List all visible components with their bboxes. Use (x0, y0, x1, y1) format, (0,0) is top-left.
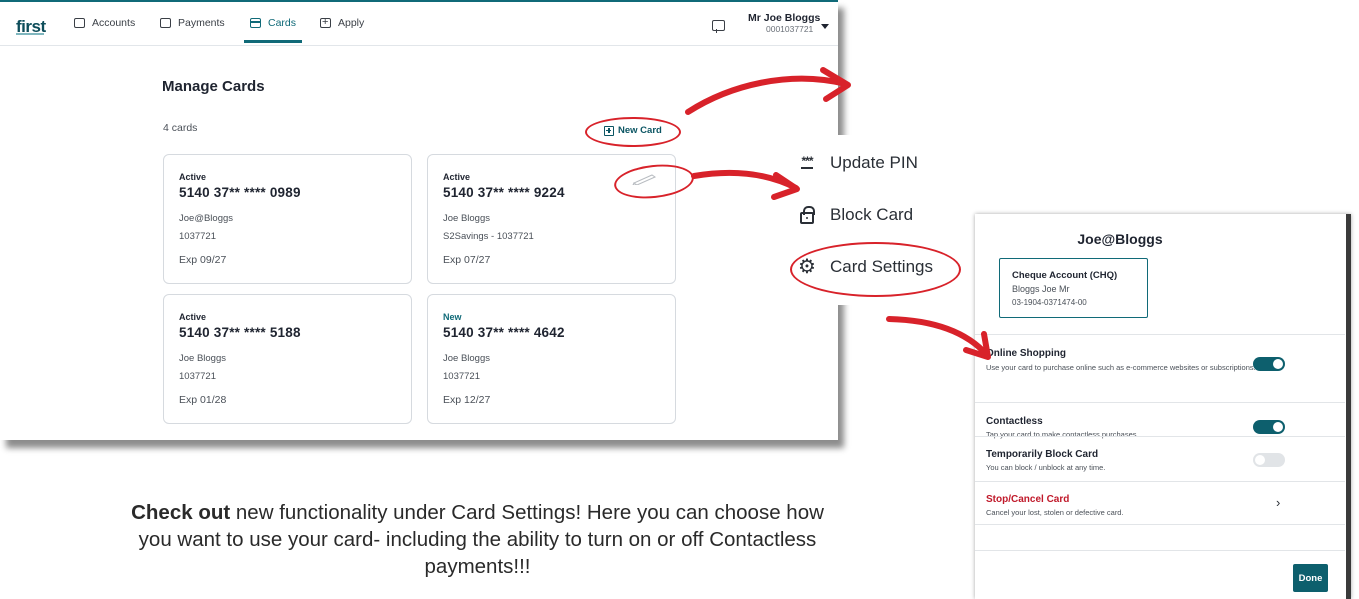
nav-accounts[interactable]: Accounts (74, 17, 135, 29)
caption-line-2: you want to use your card- including the… (138, 528, 817, 551)
linked-account[interactable]: Cheque Account (CHQ) Bloggs Joe Mr 03-19… (999, 258, 1148, 318)
contactless-toggle[interactable] (1253, 420, 1285, 434)
caption-line-3: payments!!! (424, 555, 531, 578)
setting-title: Online Shopping (986, 348, 1066, 359)
highlight-new-card (585, 117, 681, 147)
messages-icon[interactable] (712, 20, 725, 33)
nav-label: Apply (338, 17, 365, 29)
setting-description: Use your card to purchase online such as… (986, 363, 1256, 372)
setting-description: You can block / unblock at any time. (986, 463, 1106, 472)
chevron-right-icon[interactable]: › (1276, 495, 1280, 510)
pin-icon: *** (801, 154, 814, 169)
card-number: 5140 37** **** 5188 (179, 325, 301, 340)
caption-line-1: Check out new functionality under Card S… (0, 499, 965, 526)
lock-icon (800, 205, 815, 224)
logo-underline (16, 33, 44, 35)
card-number: 5140 37** **** 0989 (179, 185, 301, 200)
done-button[interactable]: Done (1293, 564, 1328, 592)
user-name[interactable]: Mr Joe Bloggs (748, 12, 820, 24)
plus-box-icon (320, 15, 331, 29)
card-status: New (443, 312, 462, 322)
setting-description: Cancel your lost, stolen or defective ca… (986, 508, 1124, 517)
caption-bold: Check out (131, 501, 231, 524)
setting-stop-cancel[interactable]: Stop/Cancel Card Cancel your lost, stole… (975, 481, 1345, 525)
card-number: 5140 37** **** 9224 (443, 185, 565, 200)
arrow-to-settings (886, 316, 990, 358)
card-holder: Joe Bloggs (443, 213, 491, 224)
card-account: 1037721 (179, 231, 216, 242)
nav-payments[interactable]: Payments (160, 17, 225, 29)
card-icon (250, 18, 261, 28)
card-status: Active (443, 172, 471, 182)
card-account: S2Savings - 1037721 (443, 231, 534, 242)
payments-icon (160, 18, 171, 28)
card-tile[interactable]: Active 5140 37** **** 5188 Joe Bloggs 10… (163, 294, 412, 424)
setting-online-shopping: Online Shopping Use your card to purchas… (975, 334, 1345, 402)
caption-text: Check out new functionality under Card S… (0, 499, 965, 580)
card-holder: Joe@Bloggs (179, 213, 234, 224)
card-expiry: Exp 12/27 (443, 394, 491, 406)
setting-title: Temporarily Block Card (986, 449, 1099, 460)
online-shopping-toggle[interactable] (1253, 357, 1285, 371)
nav-label: Cards (268, 17, 297, 29)
card-expiry: Exp 01/28 (179, 394, 227, 406)
card-settings-panel: Joe@Bloggs Cheque Account (CHQ) Bloggs J… (975, 214, 1351, 599)
card-number: 5140 37** **** 4642 (443, 325, 565, 340)
nav-cards[interactable]: Cards (244, 17, 303, 43)
menu-block-card[interactable]: Block Card (796, 205, 913, 225)
chevron-down-icon[interactable] (821, 24, 829, 29)
card-tile[interactable]: New 5140 37** **** 4642 Joe Bloggs 10377… (427, 294, 676, 424)
page-title: Manage Cards (162, 78, 265, 95)
card-holder: Joe Bloggs (443, 353, 491, 364)
account-number: 03-1904-0371474-00 (1012, 298, 1087, 307)
nav-accent-bar (0, 0, 838, 2)
card-account: 1037721 (179, 371, 216, 382)
top-navigation: first Accounts Payments Cards Apply Mr J… (0, 0, 838, 46)
nav-label: Accounts (92, 17, 136, 29)
account-holder: Bloggs Joe Mr (1012, 284, 1070, 294)
nav-apply[interactable]: Apply (320, 15, 365, 29)
card-status: Active (179, 172, 207, 182)
card-tile[interactable]: Active 5140 37** **** 0989 Joe@Bloggs 10… (163, 154, 412, 284)
setting-title: Contactless (986, 416, 1043, 427)
setting-contactless: Contactless Tap your card to make contac… (975, 402, 1345, 439)
menu-update-pin[interactable]: *** Update PIN (796, 153, 918, 173)
highlight-card-settings (790, 242, 961, 297)
account-name: Cheque Account (CHQ) (1012, 270, 1118, 281)
card-expiry: Exp 07/27 (443, 254, 491, 266)
panel-title: Joe@Bloggs (1077, 231, 1163, 247)
menu-label: Update PIN (830, 153, 918, 172)
card-holder: Joe Bloggs (179, 353, 227, 364)
accounts-icon (74, 18, 85, 28)
app-window: first Accounts Payments Cards Apply Mr J… (0, 0, 838, 440)
card-status: Active (179, 312, 207, 322)
card-account: 1037721 (443, 371, 480, 382)
active-tab-indicator (244, 40, 303, 43)
temporarily-block-toggle[interactable] (1253, 453, 1285, 467)
menu-label: Block Card (830, 205, 914, 224)
caption-rest: new functionality under Card Settings! H… (230, 501, 824, 524)
card-expiry: Exp 09/27 (179, 254, 227, 266)
setting-temporarily-block: Temporarily Block Card You can block / u… (975, 436, 1345, 481)
setting-title: Stop/Cancel Card (986, 494, 1070, 505)
nav-label: Payments (178, 17, 225, 29)
footer-divider (975, 550, 1345, 551)
user-number: 0001037721 (766, 24, 814, 34)
card-count: 4 cards (163, 122, 198, 134)
